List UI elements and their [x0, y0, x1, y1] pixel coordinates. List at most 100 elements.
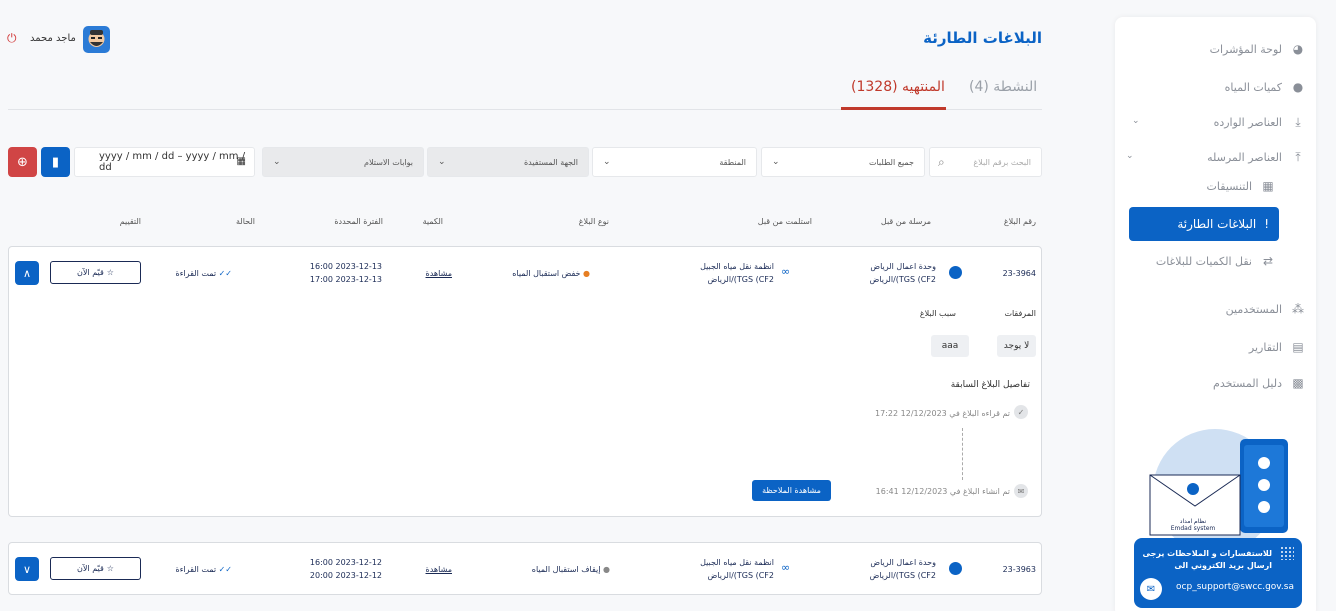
header-rating: التقييم: [119, 217, 141, 226]
row-period: 16:00 2023-12-12 20:00 2023-12-12: [309, 558, 382, 580]
org-icon: [949, 266, 962, 279]
beneficiary-select[interactable]: ⌄ الجهة المستفيدة: [427, 147, 589, 177]
drop-icon: ●: [603, 565, 610, 574]
event-created: تم انشاء البلاغ في 12/12/2023 16:41: [875, 487, 1010, 496]
row-period: 16:00 2023-12-13 17:00 2023-12-13: [309, 262, 382, 284]
gates-select[interactable]: ⌄ بوابات الاستلام: [262, 147, 424, 177]
link-icon: ∞: [781, 265, 791, 278]
svg-text:Emdad system: Emdad system: [1171, 525, 1216, 532]
alert-icon: !: [1264, 217, 1269, 231]
header-received-by: استلمت من قبل: [757, 217, 812, 226]
tab-active-reports[interactable]: النشطة (4): [969, 79, 1037, 95]
water-drop-icon: ●: [1292, 80, 1304, 94]
support-box: للاستفسارات و الملاحظات يرجى ارسال بريد …: [1134, 538, 1302, 608]
report-icon: ▤: [1292, 340, 1304, 354]
calendar-icon: ▦: [236, 156, 246, 167]
header-type: نوع البلاغ: [578, 217, 609, 226]
double-check-icon: ✓✓: [218, 269, 232, 278]
row-id: 23-3964: [1002, 269, 1036, 278]
mail-icon: ✉: [1140, 578, 1162, 600]
header-status: الحالة: [236, 217, 255, 226]
row-sent-by: وحدة اعمال الرياض الرياض/(TGS (CF2: [869, 558, 936, 580]
timeline-connector: [962, 428, 963, 480]
tab-active-indicator: [841, 107, 946, 110]
inbox-icon: ⤓: [1295, 114, 1301, 129]
transfer-icon: ⇄: [1262, 254, 1274, 268]
link-icon: ∞: [781, 561, 791, 574]
event-read: تم قراءه البلاغ في 12/12/2023 17:22: [875, 409, 1010, 418]
collapse-row-button[interactable]: ∧: [15, 261, 39, 285]
sidebar-item-reports[interactable]: التقارير ▤: [1249, 335, 1306, 359]
row-received-by: انظمة نقل مياه الجبيل الرياض/(TGS (CF2: [700, 558, 774, 580]
logout-icon[interactable]: ⏻: [7, 31, 17, 46]
sidebar-item-users[interactable]: المستخدمين ⁂: [1226, 297, 1306, 321]
plus-circle-icon: ⊕: [17, 154, 28, 170]
sidebar-item-inbox[interactable]: ⌄ العناصر الوارده ⤓: [1126, 110, 1306, 134]
calendar-icon: ▦: [1262, 179, 1274, 193]
sidebar-item-transfer-quantities[interactable]: نقل الكميات للبلاغات ⇄: [1156, 249, 1276, 273]
sidebar-item-outbox[interactable]: ⌄ العناصر المرسله ⤒: [1126, 145, 1306, 169]
header-sent-by: مرسلة من قبل: [880, 217, 931, 226]
history-title: تفاصيل البلاغ السابقة: [950, 380, 1030, 390]
support-email[interactable]: ocp_support@swcc.gov.sa: [1176, 582, 1294, 592]
tab-completed-reports[interactable]: المنتهيه (1328): [851, 79, 945, 95]
dots-decoration-icon: [1280, 546, 1294, 560]
row-status: تمت القراءة ✓✓: [175, 565, 233, 574]
sidebar-item-coordination[interactable]: التنسيقات ▦: [1207, 174, 1276, 198]
row-type: إيقاف استقبال المياه ●: [531, 565, 610, 574]
sidebar-item-water-quantities[interactable]: كميات المياه ●: [1225, 75, 1306, 99]
chevron-down-icon: ⌄: [438, 157, 446, 167]
attachments-value: لا يوجد: [997, 335, 1036, 357]
outbox-icon: ⤒: [1295, 149, 1301, 164]
double-check-icon: ✓✓: [218, 565, 232, 574]
sidebar-item-dashboard[interactable]: لوحة المؤشرات ◕: [1210, 37, 1306, 61]
reason-label: سبب البلاغ: [919, 309, 956, 318]
envelope-icon: ✉: [1014, 484, 1028, 498]
chevron-down-icon: ⌄: [603, 157, 611, 167]
page-title: البلاغات الطارئة: [923, 29, 1042, 47]
chevron-down-icon: ⌄: [273, 157, 281, 167]
users-icon: ⁂: [1292, 302, 1304, 316]
sidebar: لوحة المؤشرات ◕ كميات المياه ● ⌄ العناصر…: [1115, 17, 1316, 611]
rate-now-button[interactable]: قيّم الآن ☆: [50, 261, 141, 284]
star-icon: ☆: [106, 268, 114, 277]
date-range-input[interactable]: yyyy / mm / dd – yyyy / mm / dd ▦: [74, 147, 255, 177]
export-button[interactable]: ▮: [41, 147, 70, 177]
quantity-view-link[interactable]: مشاهدة: [426, 563, 452, 576]
row-received-by: انظمة نقل مياه الجبيل الرياض/(TGS (CF2: [700, 262, 774, 284]
search-input[interactable]: ⌕ البحث برقم البلاغ: [929, 147, 1042, 177]
search-icon: ⌕: [938, 155, 945, 169]
chevron-down-icon: ∨: [22, 562, 32, 576]
chevron-up-icon: ∧: [22, 266, 32, 280]
row-sent-by: وحدة اعمال الرياض الرياض/(TGS (CF2: [869, 262, 936, 284]
sidebar-item-emergency-reports[interactable]: البلاغات الطارئة !: [1129, 207, 1279, 241]
file-icon: ▮: [51, 154, 60, 170]
support-illustration: نظام امداد Emdad system: [1149, 429, 1288, 541]
avatar[interactable]: [83, 26, 110, 53]
avatar-face-icon: [88, 30, 105, 47]
row-status: تمت القراءة ✓✓: [175, 269, 233, 278]
attachments-label: المرفقات: [1004, 309, 1036, 318]
add-report-button[interactable]: ⊕: [8, 147, 37, 177]
user-name: ماجد محمد: [30, 33, 76, 44]
requests-select[interactable]: ⌄ جميع الطلبات: [761, 147, 925, 177]
star-icon: ☆: [106, 564, 114, 573]
pie-chart-icon: ◕: [1292, 42, 1304, 56]
view-note-button[interactable]: مشاهدة الملاحظة: [752, 480, 831, 501]
chevron-down-icon: ⌄: [772, 157, 780, 167]
quantity-view-link[interactable]: مشاهدة: [426, 267, 452, 280]
org-icon: [949, 562, 962, 575]
read-check-icon: ✓: [1014, 405, 1028, 419]
guide-icon: ▩: [1292, 376, 1304, 390]
chevron-down-icon: ⌄: [1126, 151, 1134, 161]
region-select[interactable]: ⌄ المنطقة: [592, 147, 757, 177]
reason-value: aaa: [931, 335, 969, 357]
rate-now-button[interactable]: قيّم الآن ☆: [50, 557, 141, 580]
header-quantity: الكمية: [422, 217, 443, 226]
header-id: رقم البلاغ: [1003, 217, 1036, 226]
expand-row-button[interactable]: ∨: [15, 557, 39, 581]
chevron-down-icon: ⌄: [1132, 116, 1140, 126]
drop-icon: ●: [583, 269, 590, 278]
sidebar-item-user-guide[interactable]: دليل المستخدم ▩: [1213, 371, 1306, 395]
row-type: خفض استقبال المياه ●: [512, 269, 590, 278]
